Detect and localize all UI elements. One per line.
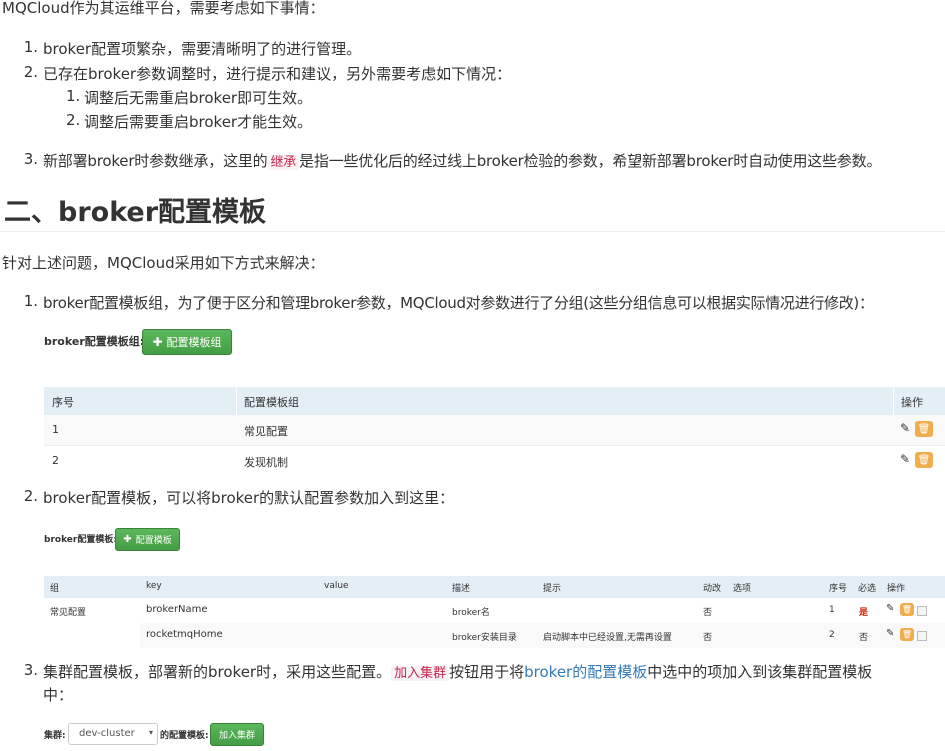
- divider: [0, 231, 945, 232]
- required-flag: 否: [859, 633, 869, 643]
- list-number: 2.: [23, 487, 38, 505]
- table-row: [44, 415, 945, 445]
- column-header: 操作: [887, 584, 906, 594]
- list-item-continuation: 中：: [43, 686, 74, 704]
- list-item: 集群配置模板，部署新的broker时，采用这些配置。 加入集群 按钮用于将broke…: [43, 661, 872, 682]
- sublist-item: 调整后无需重启broker即可生效。: [84, 89, 313, 107]
- pencil-icon[interactable]: ✎: [886, 628, 894, 639]
- column-header: 操作: [901, 396, 923, 409]
- add-template-button[interactable]: ✚ 配置模板: [115, 528, 180, 551]
- table-cell: 否: [703, 633, 713, 643]
- cluster-select[interactable]: dev-cluster ▾: [68, 723, 158, 745]
- column-header: 动改: [703, 584, 722, 594]
- table-cell: 发现机制: [244, 456, 288, 469]
- table-cell: 启动脚本中已经设置,无需再设置: [543, 633, 672, 643]
- plus-icon: ✚: [152, 335, 163, 349]
- list-text: 集群配置模板，部署新的broker时，采用这些配置。: [43, 663, 392, 681]
- table-cell: 1: [829, 605, 835, 615]
- column-divider: [236, 387, 237, 415]
- list-item: 已存在broker参数调整时，进行提示和建议，另外需要考虑如下情况：: [43, 65, 512, 83]
- table-cell: 常见配置: [50, 608, 87, 618]
- column-header: 组: [50, 584, 60, 594]
- table-cell: 常见配置: [244, 425, 288, 438]
- add-template-group-button[interactable]: ✚ 配置模板组: [142, 329, 232, 355]
- template-label: 的配置模板:: [160, 731, 209, 741]
- pencil-icon[interactable]: ✎: [900, 452, 910, 466]
- list-number: 1.: [23, 38, 38, 56]
- inline-code: 继承: [267, 155, 300, 170]
- list-number: 1.: [23, 292, 38, 310]
- pencil-icon[interactable]: ✎: [900, 421, 910, 435]
- checkbox-icon[interactable]: [917, 631, 927, 641]
- table-cell: 2: [829, 630, 835, 640]
- table-cell: brokerName: [146, 604, 208, 615]
- column-header: 序号: [52, 396, 74, 409]
- intro-text: MQCloud作为其运维平台，需要考虑如下事情：: [2, 0, 325, 17]
- list-number: 3.: [23, 150, 38, 168]
- table-header: [44, 387, 945, 415]
- column-header: key: [146, 581, 162, 591]
- cluster-label: 集群:: [44, 731, 66, 741]
- list-number: 3.: [23, 661, 38, 679]
- trash-icon[interactable]: 🗑: [900, 628, 914, 641]
- list-text: 是指一些优化后的经过线上broker检验的参数，希望新部署broker时自动使用…: [299, 152, 882, 170]
- caret-down-icon: ▾: [148, 728, 153, 737]
- section-intro: 针对上述问题，MQCloud采用如下方式来解决：: [2, 254, 325, 272]
- column-header: value: [324, 581, 349, 591]
- button-label: 配置模板组: [166, 336, 222, 349]
- checkbox-icon[interactable]: [917, 606, 927, 616]
- plus-icon: ✚: [123, 534, 132, 545]
- table-row: [44, 445, 945, 476]
- template-link[interactable]: broker的配置模板: [524, 663, 647, 681]
- column-header: 必选: [858, 584, 877, 594]
- table-cell: 否: [703, 608, 713, 618]
- trash-icon[interactable]: 🗑: [900, 603, 914, 616]
- column-divider: [893, 387, 894, 415]
- inline-code: 加入集群: [391, 666, 450, 681]
- list-item: broker配置项繁杂，需要清晰明了的进行管理。: [43, 40, 362, 58]
- button-label: 配置模板: [135, 536, 172, 546]
- table-header: [44, 576, 945, 598]
- sublist-number: 1.: [66, 87, 81, 105]
- template-label: broker配置模板:: [44, 535, 117, 545]
- list-item: 新部署broker时参数继承，这里的 继承 是指一些优化后的经过线上broker检验…: [43, 150, 881, 171]
- button-label: 加入集群: [218, 731, 255, 741]
- table-cell: broker安装目录: [452, 633, 517, 643]
- template-group-label: broker配置模板组:: [44, 335, 145, 348]
- list-text: 中选中的项加入到该集群配置模板: [647, 663, 873, 681]
- pencil-icon[interactable]: ✎: [886, 603, 894, 614]
- cluster-select-value: dev-cluster: [79, 728, 135, 739]
- join-cluster-button[interactable]: 加入集群: [210, 723, 264, 746]
- table-cell: rocketmqHome: [146, 629, 223, 640]
- column-header: 序号: [829, 584, 848, 594]
- trash-icon[interactable]: 🗑: [915, 452, 933, 468]
- trash-icon[interactable]: 🗑: [915, 421, 933, 437]
- table-cell: 2: [52, 454, 59, 467]
- list-number: 2.: [23, 63, 38, 81]
- required-flag: 是: [859, 608, 869, 618]
- column-header: 选项: [733, 584, 752, 594]
- column-header: 描述: [452, 584, 471, 594]
- list-text: 按钮用于将: [449, 663, 525, 681]
- list-item: broker配置模板组，为了便于区分和管理broker参数，MQCloud对参数…: [43, 294, 874, 312]
- table-cell: broker名: [452, 608, 490, 618]
- column-header: 配置模板组: [244, 396, 299, 409]
- sublist-number: 2.: [66, 111, 81, 129]
- table-cell: 1: [52, 423, 59, 436]
- section-title: 二、broker配置模板: [4, 197, 267, 228]
- column-header: 提示: [543, 584, 562, 594]
- list-text: 新部署broker时参数继承，这里的: [43, 152, 268, 170]
- sublist-item: 调整后需要重启broker才能生效。: [84, 113, 313, 131]
- list-item: broker配置模板，可以将broker的默认配置参数加入到这里：: [43, 489, 455, 507]
